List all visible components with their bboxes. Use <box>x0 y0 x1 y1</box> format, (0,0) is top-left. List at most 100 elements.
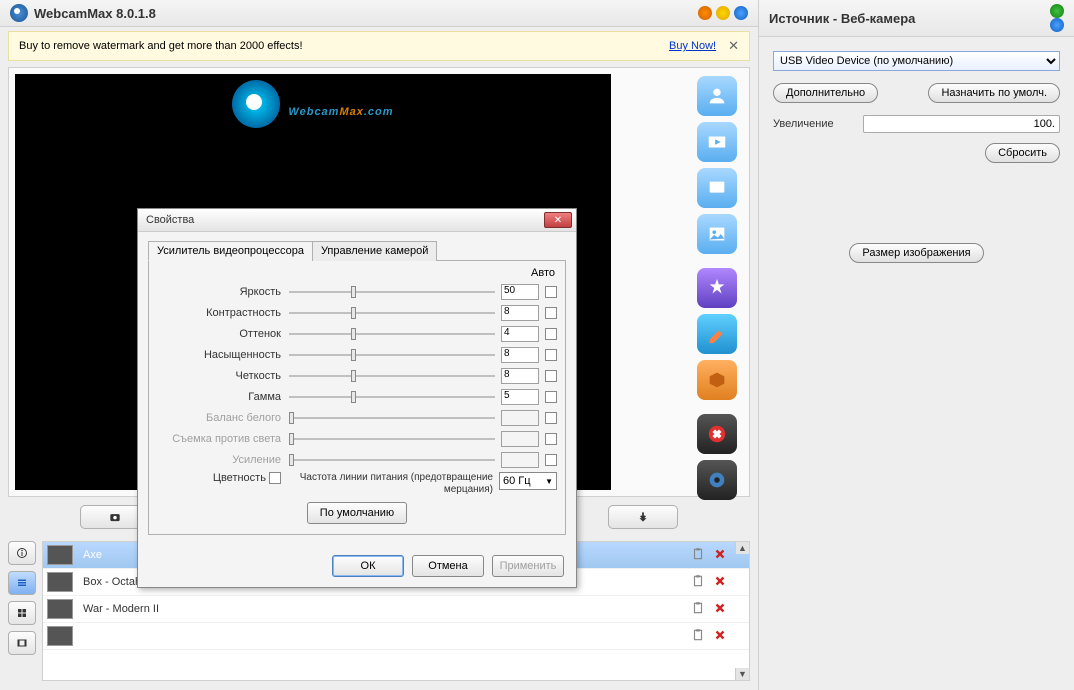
dialog-title: Свойства <box>146 214 194 226</box>
clipboard-icon[interactable] <box>691 628 707 644</box>
reset-button[interactable]: Сбросить <box>985 143 1060 163</box>
prop-row-6: Баланс белого <box>157 407 557 428</box>
effects-scroll-up[interactable]: ▲ <box>735 542 749 554</box>
effect-box-icon[interactable] <box>697 360 737 400</box>
zoom-label: Увеличение <box>773 118 843 130</box>
promo-bar: Buy to remove watermark and get more tha… <box>8 31 750 61</box>
color-enable-checkbox[interactable] <box>269 472 281 484</box>
effects-grid-button[interactable] <box>8 601 36 625</box>
prop-slider[interactable] <box>289 305 495 321</box>
prop-row-8: Усиление <box>157 449 557 470</box>
device-select[interactable]: USB Video Device (по умолчанию) <box>773 51 1060 71</box>
cancel-button[interactable]: Отмена <box>412 555 484 577</box>
prop-row-3: Насыщенность8 <box>157 344 557 365</box>
panel-control-2[interactable] <box>1050 18 1064 32</box>
tab-camera-control[interactable]: Управление камерой <box>312 241 437 261</box>
defaults-button[interactable]: По умолчанию <box>307 502 407 524</box>
effects-film-button[interactable] <box>8 631 36 655</box>
prop-auto-checkbox <box>545 412 557 424</box>
wm-part1: Webcam <box>288 106 339 118</box>
window-control-2[interactable] <box>716 6 730 20</box>
effect-thumb <box>47 545 73 565</box>
promo-text: Buy to remove watermark and get more tha… <box>19 40 303 52</box>
panel-control-1[interactable] <box>1050 4 1064 18</box>
dialog-titlebar[interactable]: Свойства ✕ <box>138 209 576 232</box>
image-size-button[interactable]: Размер изображения <box>849 243 983 263</box>
dialog-close-button[interactable]: ✕ <box>544 212 572 228</box>
source-image-icon[interactable] <box>697 214 737 254</box>
effects-info-button[interactable] <box>8 541 36 565</box>
effect-item[interactable] <box>43 623 749 650</box>
wm-part2: Max <box>339 106 363 118</box>
remove-icon[interactable] <box>713 574 729 590</box>
zoom-slider[interactable]: 100. <box>863 115 1060 133</box>
prop-auto-checkbox[interactable] <box>545 391 557 403</box>
window-control-1[interactable] <box>698 6 712 20</box>
clipboard-icon[interactable] <box>691 601 707 617</box>
set-default-button[interactable]: Назначить по умолч. <box>928 83 1060 103</box>
tab-video-proc-amp[interactable]: Усилитель видеопроцессора <box>148 241 313 261</box>
auto-header: Авто <box>531 267 555 279</box>
prop-slider[interactable] <box>289 347 495 363</box>
source-panel-title: Источник - Веб-камера <box>769 11 915 26</box>
prop-auto-checkbox <box>545 433 557 445</box>
powerline-freq-value: 60 Гц <box>503 475 531 487</box>
prop-auto-checkbox[interactable] <box>545 286 557 298</box>
watermark-banner: WebcamMax.com <box>232 80 393 128</box>
clipboard-icon[interactable] <box>691 574 707 590</box>
effect-thumb <box>47 599 73 619</box>
prop-row-2: Оттенок4 <box>157 323 557 344</box>
remove-icon[interactable] <box>713 628 729 644</box>
prop-row-5: Гамма5 <box>157 386 557 407</box>
prop-auto-checkbox[interactable] <box>545 370 557 382</box>
prop-value-input[interactable]: 50 <box>501 284 539 300</box>
prop-slider <box>289 452 495 468</box>
advanced-button[interactable]: Дополнительно <box>773 83 878 103</box>
prop-row-0: Яркость50 <box>157 281 557 302</box>
clipboard-icon[interactable] <box>691 547 707 563</box>
prop-auto-checkbox[interactable] <box>545 349 557 361</box>
prop-value-input[interactable]: 8 <box>501 368 539 384</box>
buy-now-link[interactable]: Buy Now! <box>669 40 716 52</box>
prop-value-input[interactable]: 8 <box>501 347 539 363</box>
prop-label: Усиление <box>157 454 289 466</box>
prop-slider <box>289 410 495 426</box>
prop-auto-checkbox[interactable] <box>545 307 557 319</box>
effects-scroll-down[interactable]: ▼ <box>735 668 749 680</box>
app-logo-icon <box>10 4 28 22</box>
remove-icon[interactable] <box>713 601 729 617</box>
ok-button[interactable]: ОК <box>332 555 404 577</box>
source-panel-header: Источник - Веб-камера <box>759 0 1074 37</box>
prop-slider[interactable] <box>289 389 495 405</box>
source-desktop-icon[interactable] <box>697 168 737 208</box>
prop-value-input[interactable]: 8 <box>501 305 539 321</box>
prop-label: Четкость <box>157 370 289 382</box>
prop-value-input <box>501 452 539 468</box>
effect-wizard-icon[interactable] <box>697 268 737 308</box>
source-person-icon[interactable] <box>697 76 737 116</box>
prop-auto-checkbox <box>545 454 557 466</box>
settings-gear-icon[interactable] <box>697 460 737 500</box>
app-title-bar: WebcamMax 8.0.1.8 <box>0 0 758 27</box>
effect-thumb <box>47 572 73 592</box>
prop-row-1: Контрастность 8 <box>157 302 557 323</box>
effect-draw-icon[interactable] <box>697 314 737 354</box>
window-control-3[interactable] <box>734 6 748 20</box>
promo-close-icon[interactable]: ✕ <box>728 38 739 54</box>
prop-value-input[interactable]: 5 <box>501 389 539 405</box>
effects-list-button[interactable] <box>8 571 36 595</box>
prop-slider[interactable] <box>289 284 495 300</box>
download-button[interactable] <box>608 505 678 529</box>
prop-slider[interactable] <box>289 326 495 342</box>
prop-slider[interactable] <box>289 368 495 384</box>
prop-label: Контрастность <box>157 307 289 319</box>
effect-item[interactable]: War - Modern II <box>43 596 749 623</box>
powerline-freq-select[interactable]: 60 Гц▼ <box>499 472 557 490</box>
effect-remove-icon[interactable] <box>697 414 737 454</box>
prop-value-input[interactable]: 4 <box>501 326 539 342</box>
remove-icon[interactable] <box>713 547 729 563</box>
properties-dialog: Свойства ✕ Усилитель видеопроцессора Упр… <box>137 208 577 588</box>
effect-name: War - Modern II <box>83 603 685 615</box>
prop-auto-checkbox[interactable] <box>545 328 557 340</box>
source-video-icon[interactable] <box>697 122 737 162</box>
